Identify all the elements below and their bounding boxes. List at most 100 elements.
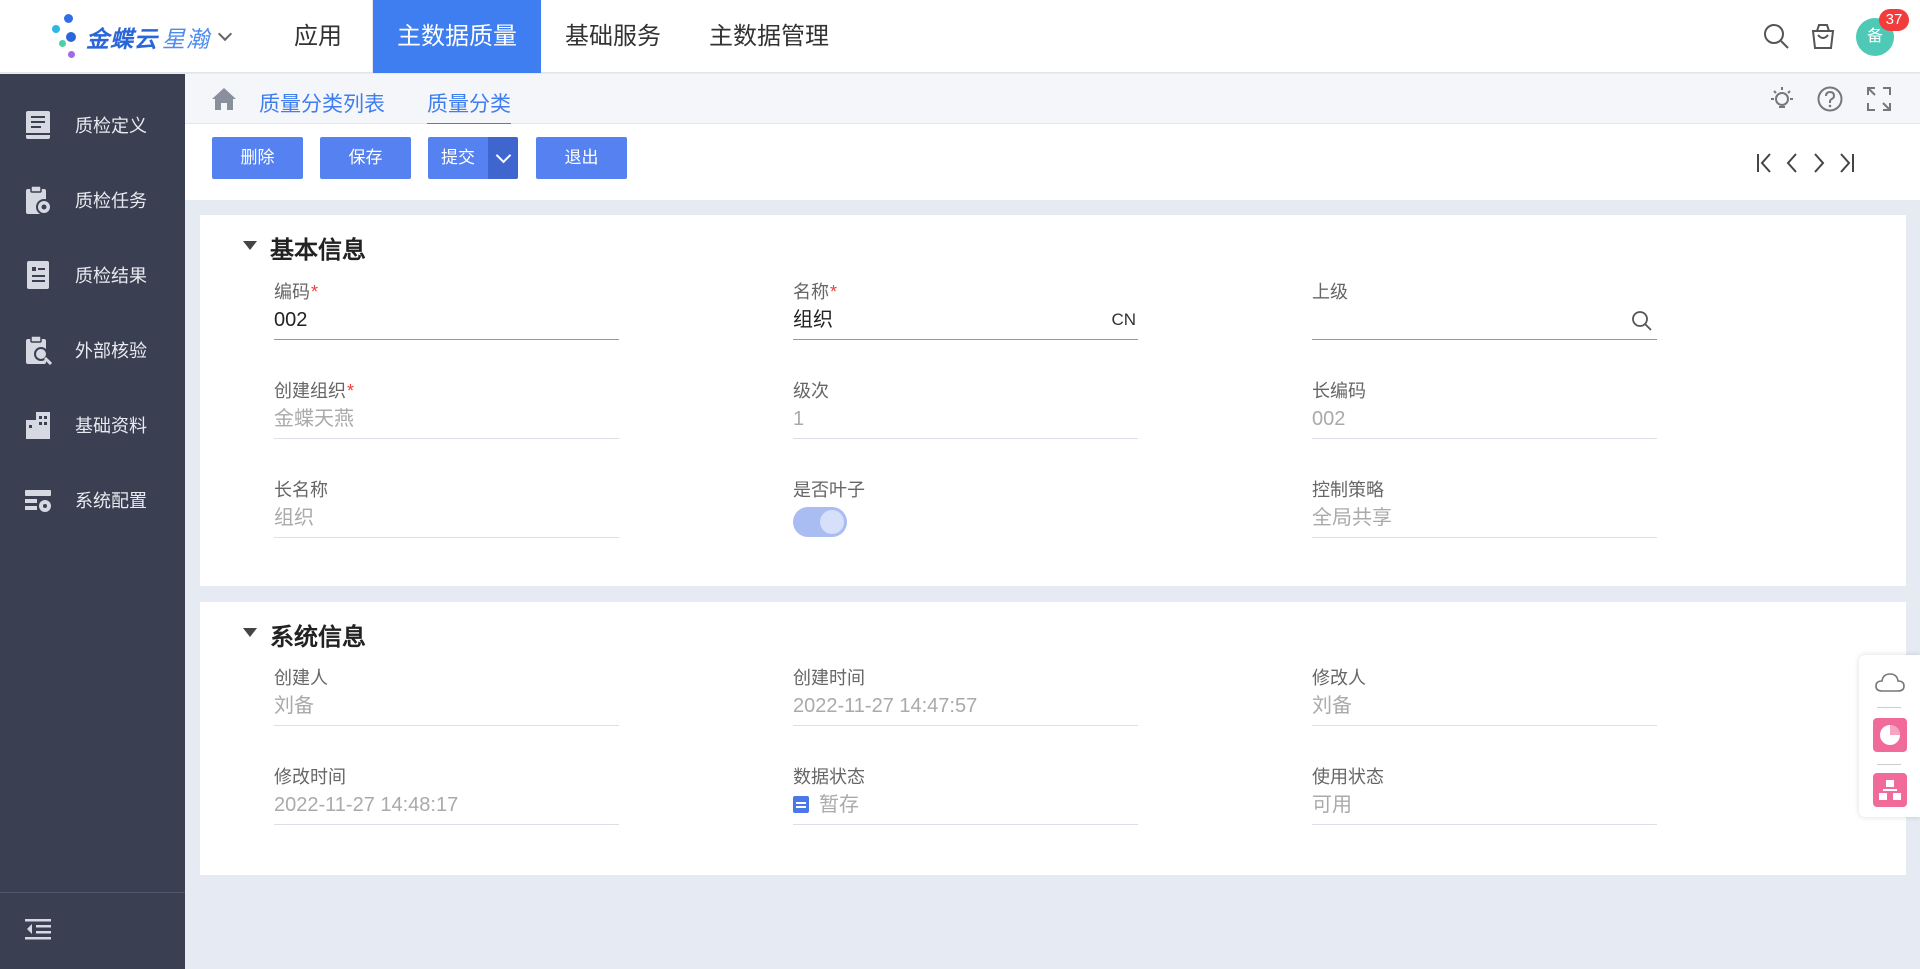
required-mark: * <box>830 282 838 302</box>
field-label: 控制策略 <box>1312 480 1384 500</box>
field-label: 修改时间 <box>274 767 346 787</box>
control-value: 全局共享 <box>1312 500 1657 538</box>
parent-field: 上级 <box>1312 278 1657 340</box>
collapse-triangle-icon[interactable] <box>243 628 257 637</box>
save-button[interactable]: 保存 <box>320 137 411 179</box>
modify-time-field: 修改时间 2022-11-27 14:48:17 <box>274 763 619 825</box>
logo-dots-icon <box>52 14 86 60</box>
section-title: 基本信息 <box>270 237 366 264</box>
long-code-field: 长编码 002 <box>1312 377 1657 439</box>
tab-apps[interactable]: 应用 <box>270 0 366 73</box>
level-value: 1 <box>793 401 1138 439</box>
data-status-value: 暂存 <box>793 787 1138 825</box>
chevron-down-icon[interactable] <box>217 26 233 42</box>
shopping-bag-icon[interactable] <box>1809 22 1837 50</box>
sidebar-item-basic-data[interactable]: 基础资料 <box>0 395 185 455</box>
long-name-value: 组织 <box>274 500 619 538</box>
first-page-icon[interactable] <box>1755 152 1775 174</box>
clipboard-search-icon <box>26 335 52 365</box>
long-name-field: 长名称 组织 <box>274 476 619 538</box>
chart-ball-icon[interactable] <box>1873 718 1907 752</box>
divider <box>1877 707 1901 708</box>
sidebar-item-qc-tasks[interactable]: 质检任务 <box>0 170 185 230</box>
control-field: 控制策略 全局共享 <box>1312 476 1657 538</box>
home-icon[interactable] <box>211 87 237 111</box>
modifier-field: 修改人 刘备 <box>1312 664 1657 726</box>
help-icon[interactable] <box>1816 85 1844 113</box>
code-input[interactable]: 002 <box>274 302 619 340</box>
lightbulb-icon[interactable] <box>1768 85 1796 113</box>
logo-text: 金蝶云 星瀚 <box>86 26 210 52</box>
sidebar-item-system-config[interactable]: 系统配置 <box>0 470 185 530</box>
is-leaf-field: 是否叶子 <box>793 476 1138 538</box>
report-icon <box>27 261 49 289</box>
field-label: 创建人 <box>274 668 328 688</box>
code-field: 编码* 002 <box>274 278 619 340</box>
level-field: 级次 1 <box>793 377 1138 439</box>
sidebar-item-qc-results[interactable]: 质检结果 <box>0 245 185 305</box>
cloud-icon[interactable] <box>1873 667 1907 701</box>
last-page-icon[interactable] <box>1836 152 1856 174</box>
breadcrumb-quality-category-list[interactable]: 质量分类列表 <box>259 88 385 118</box>
section-title: 系统信息 <box>270 624 366 651</box>
delete-button[interactable]: 删除 <box>212 137 303 179</box>
field-label: 级次 <box>793 381 829 401</box>
field-label: 名称 <box>793 282 829 302</box>
submit-button[interactable]: 提交 <box>428 137 488 179</box>
toolbar: 删除 保存 提交 退出 <box>185 124 1920 200</box>
field-label: 使用状态 <box>1312 767 1384 787</box>
top-bar: 金蝶云 星瀚 应用 主数据质量 基础服务 主数据管理 备 37 <box>0 0 1920 73</box>
floating-toolbox <box>1859 655 1920 817</box>
field-label: 长名称 <box>274 480 328 500</box>
use-status-field: 使用状态 可用 <box>1312 763 1657 825</box>
sidebar-item-label: 系统配置 <box>75 491 147 511</box>
parent-input[interactable] <box>1312 302 1657 340</box>
book-icon <box>26 111 50 139</box>
basic-info-panel: 基本信息 编码* 002 名称* 组织 CN 上级 创建组织 * 金蝶天燕 级次 … <box>200 215 1906 586</box>
search-icon[interactable] <box>1762 22 1790 50</box>
sidebar-item-external-verification[interactable]: 外部核验 <box>0 320 185 380</box>
tab-master-data-management[interactable]: 主数据管理 <box>685 0 853 73</box>
exit-button[interactable]: 退出 <box>536 137 627 179</box>
language-switch[interactable]: CN <box>1111 302 1136 338</box>
field-label: 创建组织 <box>274 381 346 401</box>
org-value: 金蝶天燕 <box>274 401 619 439</box>
search-icon[interactable] <box>1631 310 1653 332</box>
modifier-value: 刘备 <box>1312 688 1657 726</box>
tab-basic-services[interactable]: 基础服务 <box>541 0 685 73</box>
create-time-value: 2022-11-27 14:47:57 <box>793 688 1138 726</box>
sidebar-item-label: 质检定义 <box>75 116 147 136</box>
name-input[interactable]: 组织 CN <box>793 302 1138 340</box>
top-nav: 应用 主数据质量 基础服务 主数据管理 <box>270 0 853 73</box>
prev-page-icon[interactable] <box>1782 152 1802 174</box>
breadcrumb-quality-category[interactable]: 质量分类 <box>427 88 511 125</box>
creator-value: 刘备 <box>274 688 619 726</box>
notification-badge: 37 <box>1879 9 1909 31</box>
document-status-icon <box>793 796 809 813</box>
sidebar-item-label: 质检任务 <box>75 191 147 211</box>
next-page-icon[interactable] <box>1809 152 1829 174</box>
field-label: 创建时间 <box>793 668 865 688</box>
submit-dropdown-chevron-icon[interactable] <box>488 137 518 179</box>
use-status-value: 可用 <box>1312 787 1657 825</box>
sidebar: 质检定义 质检任务 质检结果 外部核验 基础资料 系统配置 <box>0 74 185 969</box>
field-label: 修改人 <box>1312 668 1366 688</box>
sidebar-item-qc-definition[interactable]: 质检定义 <box>0 95 185 155</box>
collapse-triangle-icon[interactable] <box>243 241 257 250</box>
field-label: 是否叶子 <box>793 480 865 500</box>
collapse-menu-icon[interactable] <box>25 917 51 941</box>
breadcrumb: 质量分类列表 质量分类 <box>185 74 1920 125</box>
is-leaf-toggle[interactable] <box>793 507 847 537</box>
settings-panel-icon <box>25 490 51 512</box>
org-chart-icon[interactable] <box>1873 773 1907 807</box>
data-status-text: 暂存 <box>819 794 859 816</box>
sidebar-item-label: 质检结果 <box>75 266 147 286</box>
creator-field: 创建人 刘备 <box>274 664 619 726</box>
system-info-panel: 系统信息 创建人 刘备 创建时间 2022-11-27 14:47:57 修改人… <box>200 602 1906 875</box>
sidebar-item-label: 基础资料 <box>75 416 147 436</box>
name-field: 名称* 组织 CN <box>793 278 1138 340</box>
tab-master-data-quality[interactable]: 主数据质量 <box>373 0 541 73</box>
app-logo[interactable]: 金蝶云 星瀚 <box>52 14 233 60</box>
fullscreen-icon[interactable] <box>1865 85 1893 113</box>
long-code-value: 002 <box>1312 401 1657 439</box>
